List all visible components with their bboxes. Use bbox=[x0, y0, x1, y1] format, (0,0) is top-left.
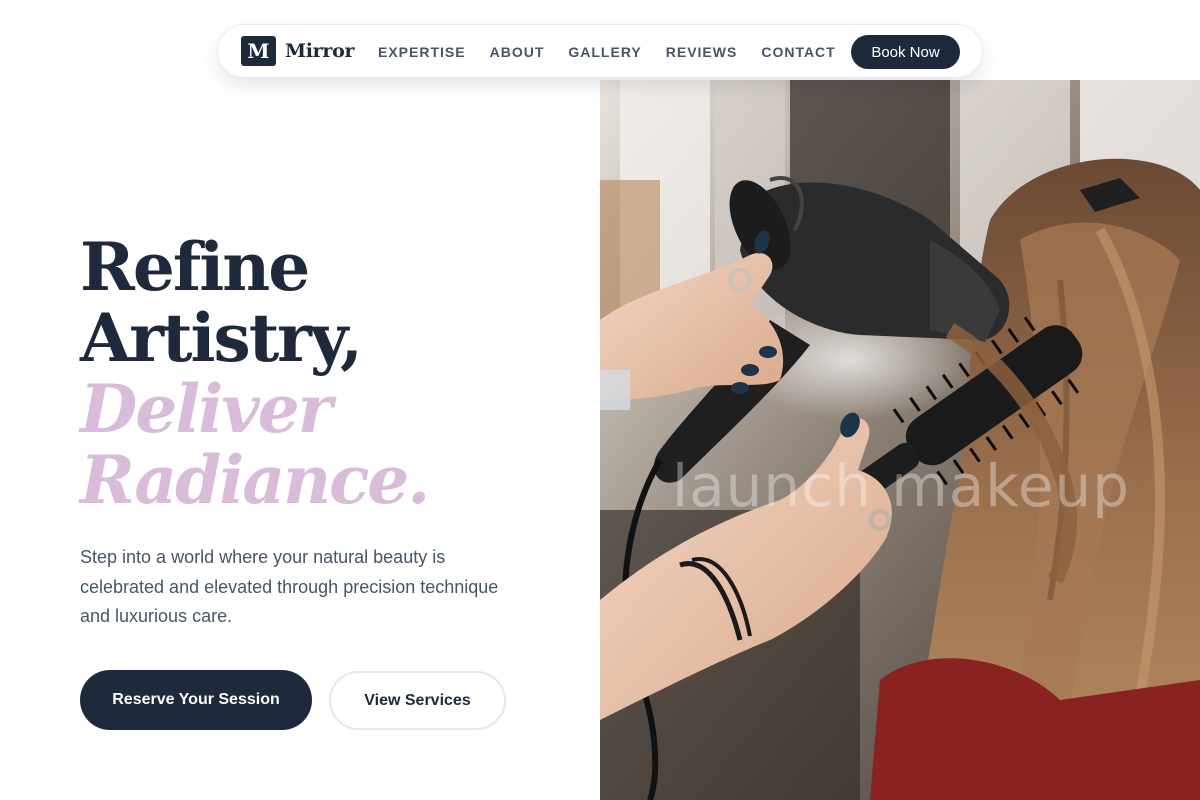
nav-link-expertise[interactable]: EXPERTISE bbox=[378, 44, 466, 60]
brand-name: Mirror bbox=[285, 40, 355, 62]
hero-headline: Refine Artistry, Deliver Radiance. bbox=[80, 232, 580, 516]
headline-line-2: Artistry, bbox=[80, 299, 363, 377]
reserve-session-button[interactable]: Reserve Your Session bbox=[80, 670, 312, 730]
nav-link-reviews[interactable]: REVIEWS bbox=[666, 44, 738, 60]
headline-accent-line-2: Radiance. bbox=[80, 441, 430, 519]
stylist-blow-drying-hair-photo bbox=[600, 80, 1200, 800]
book-now-button[interactable]: Book Now bbox=[851, 35, 960, 69]
view-services-button[interactable]: View Services bbox=[329, 671, 506, 730]
nav-links: EXPERTISE ABOUT GALLERY REVIEWS CONTACT bbox=[378, 25, 860, 79]
nav-link-gallery[interactable]: GALLERY bbox=[568, 44, 641, 60]
brand-logo-link[interactable]: M Mirror bbox=[241, 36, 354, 66]
nav-link-contact[interactable]: CONTACT bbox=[761, 44, 835, 60]
nav-link-about[interactable]: ABOUT bbox=[490, 44, 545, 60]
logo-mark: M bbox=[241, 36, 276, 66]
headline-accent-line-1: Deliver bbox=[80, 370, 332, 448]
headline-line-1: Refine bbox=[80, 228, 310, 306]
top-navigation: M Mirror EXPERTISE ABOUT GALLERY REVIEWS… bbox=[217, 24, 983, 78]
hero-description: Step into a world where your natural bea… bbox=[80, 547, 499, 626]
